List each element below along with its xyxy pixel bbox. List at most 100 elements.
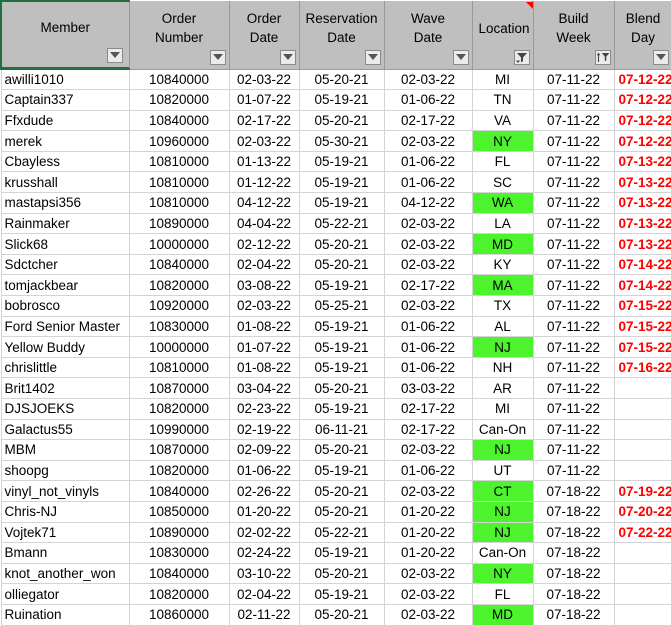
cell-build[interactable]: 07-11-22 bbox=[533, 460, 614, 481]
cell-loc[interactable]: NJ bbox=[472, 440, 533, 461]
cell-wavedt[interactable]: 01-06-22 bbox=[384, 337, 472, 358]
cell-resdt[interactable]: 05-19-21 bbox=[299, 172, 384, 193]
cell-ordernum[interactable]: 10860000 bbox=[129, 604, 229, 625]
cell-blend[interactable]: 07-12-22 bbox=[614, 90, 671, 111]
cell-wavedt[interactable]: 02-17-22 bbox=[384, 275, 472, 296]
cell-build[interactable]: 07-11-22 bbox=[533, 131, 614, 152]
cell-member[interactable]: awilli1010 bbox=[1, 69, 129, 90]
column-header-member[interactable]: Member bbox=[1, 1, 129, 69]
cell-blend[interactable]: 07-12-22 bbox=[614, 69, 671, 90]
cell-resdt[interactable]: 05-22-21 bbox=[299, 522, 384, 543]
cell-orderdt[interactable]: 03-04-22 bbox=[229, 378, 299, 399]
cell-loc[interactable]: MI bbox=[472, 399, 533, 420]
cell-orderdt[interactable]: 02-23-22 bbox=[229, 399, 299, 420]
table-row[interactable]: mastapsi3561081000004-12-2205-19-2104-12… bbox=[1, 193, 671, 214]
cell-wavedt[interactable]: 02-03-22 bbox=[384, 69, 472, 90]
table-row[interactable]: Ffxdude1084000002-17-2205-20-2102-17-22V… bbox=[1, 110, 671, 131]
cell-ordernum[interactable]: 10000000 bbox=[129, 337, 229, 358]
cell-wavedt[interactable]: 02-03-22 bbox=[384, 584, 472, 605]
cell-resdt[interactable]: 05-19-21 bbox=[299, 151, 384, 172]
column-header-orderdt[interactable]: Order Date bbox=[229, 1, 299, 69]
cell-loc[interactable]: NJ bbox=[472, 501, 533, 522]
cell-ordernum[interactable]: 10990000 bbox=[129, 419, 229, 440]
cell-build[interactable]: 07-18-22 bbox=[533, 563, 614, 584]
cell-ordernum[interactable]: 10840000 bbox=[129, 254, 229, 275]
cell-orderdt[interactable]: 01-07-22 bbox=[229, 90, 299, 111]
cell-build[interactable]: 07-18-22 bbox=[533, 584, 614, 605]
cell-member[interactable]: vinyl_not_vinyls bbox=[1, 481, 129, 502]
table-row[interactable]: Cbayless1081000001-13-2205-19-2101-06-22… bbox=[1, 151, 671, 172]
table-row[interactable]: Captain3371082000001-07-2205-19-2101-06-… bbox=[1, 90, 671, 111]
cell-loc[interactable]: UT bbox=[472, 460, 533, 481]
cell-wavedt[interactable]: 02-03-22 bbox=[384, 604, 472, 625]
cell-ordernum[interactable]: 10830000 bbox=[129, 543, 229, 564]
cell-member[interactable]: merek bbox=[1, 131, 129, 152]
cell-build[interactable]: 07-18-22 bbox=[533, 481, 614, 502]
cell-ordernum[interactable]: 10870000 bbox=[129, 440, 229, 461]
table-row[interactable]: krusshall1081000001-12-2205-19-2101-06-2… bbox=[1, 172, 671, 193]
cell-resdt[interactable]: 05-19-21 bbox=[299, 316, 384, 337]
cell-resdt[interactable]: 05-20-21 bbox=[299, 481, 384, 502]
cell-orderdt[interactable]: 01-06-22 bbox=[229, 460, 299, 481]
table-row[interactable]: Brit14021087000003-04-2205-20-2103-03-22… bbox=[1, 378, 671, 399]
cell-member[interactable]: Vojtek71 bbox=[1, 522, 129, 543]
cell-loc[interactable]: MA bbox=[472, 275, 533, 296]
cell-ordernum[interactable]: 10840000 bbox=[129, 481, 229, 502]
cell-wavedt[interactable]: 02-03-22 bbox=[384, 296, 472, 317]
table-row[interactable]: tomjackbear1082000003-08-2205-19-2102-17… bbox=[1, 275, 671, 296]
table-row[interactable]: knot_another_won1084000003-10-2205-20-21… bbox=[1, 563, 671, 584]
cell-wavedt[interactable]: 02-03-22 bbox=[384, 131, 472, 152]
cell-blend[interactable]: 07-20-22 bbox=[614, 501, 671, 522]
cell-ordernum[interactable]: 10840000 bbox=[129, 563, 229, 584]
cell-blend[interactable]: 07-13-22 bbox=[614, 193, 671, 214]
cell-blend[interactable] bbox=[614, 543, 671, 564]
cell-build[interactable]: 07-11-22 bbox=[533, 275, 614, 296]
cell-build[interactable]: 07-11-22 bbox=[533, 296, 614, 317]
cell-ordernum[interactable]: 10820000 bbox=[129, 460, 229, 481]
table-row[interactable]: Galactus551099000002-19-2206-11-2102-17-… bbox=[1, 419, 671, 440]
table-row[interactable]: Sdctcher1084000002-04-2205-20-2102-03-22… bbox=[1, 254, 671, 275]
cell-ordernum[interactable]: 10820000 bbox=[129, 399, 229, 420]
cell-orderdt[interactable]: 02-09-22 bbox=[229, 440, 299, 461]
table-row[interactable]: awilli10101084000002-03-2205-20-2102-03-… bbox=[1, 69, 671, 90]
cell-blend[interactable] bbox=[614, 399, 671, 420]
cell-loc[interactable]: FL bbox=[472, 584, 533, 605]
cell-blend[interactable] bbox=[614, 604, 671, 625]
cell-build[interactable]: 07-11-22 bbox=[533, 399, 614, 420]
filter-sort-ascending-icon[interactable] bbox=[595, 50, 611, 65]
table-row[interactable]: bobrosco1092000002-03-2205-25-2102-03-22… bbox=[1, 296, 671, 317]
cell-member[interactable]: Galactus55 bbox=[1, 419, 129, 440]
filter-dropdown-icon[interactable] bbox=[280, 50, 296, 65]
cell-member[interactable]: Cbayless bbox=[1, 151, 129, 172]
cell-ordernum[interactable]: 10840000 bbox=[129, 110, 229, 131]
cell-orderdt[interactable]: 01-07-22 bbox=[229, 337, 299, 358]
cell-loc[interactable]: NJ bbox=[472, 337, 533, 358]
cell-member[interactable]: Ford Senior Master bbox=[1, 316, 129, 337]
cell-wavedt[interactable]: 02-17-22 bbox=[384, 399, 472, 420]
cell-resdt[interactable]: 05-20-21 bbox=[299, 110, 384, 131]
table-row[interactable]: vinyl_not_vinyls1084000002-26-2205-20-21… bbox=[1, 481, 671, 502]
cell-loc[interactable]: TN bbox=[472, 90, 533, 111]
cell-loc[interactable]: AR bbox=[472, 378, 533, 399]
cell-resdt[interactable]: 05-20-21 bbox=[299, 234, 384, 255]
cell-member[interactable]: Chris-NJ bbox=[1, 501, 129, 522]
cell-resdt[interactable]: 05-19-21 bbox=[299, 399, 384, 420]
cell-build[interactable]: 07-11-22 bbox=[533, 337, 614, 358]
column-header-ordernum[interactable]: Order Number bbox=[129, 1, 229, 69]
table-row[interactable]: MBM1087000002-09-2205-20-2102-03-22NJ07-… bbox=[1, 440, 671, 461]
cell-orderdt[interactable]: 04-12-22 bbox=[229, 193, 299, 214]
cell-orderdt[interactable]: 02-19-22 bbox=[229, 419, 299, 440]
cell-blend[interactable]: 07-13-22 bbox=[614, 234, 671, 255]
cell-ordernum[interactable]: 10820000 bbox=[129, 90, 229, 111]
cell-resdt[interactable]: 05-20-21 bbox=[299, 604, 384, 625]
cell-wavedt[interactable]: 02-17-22 bbox=[384, 419, 472, 440]
cell-ordernum[interactable]: 10920000 bbox=[129, 296, 229, 317]
cell-wavedt[interactable]: 01-06-22 bbox=[384, 316, 472, 337]
cell-resdt[interactable]: 05-19-21 bbox=[299, 337, 384, 358]
cell-orderdt[interactable]: 02-03-22 bbox=[229, 131, 299, 152]
cell-wavedt[interactable]: 01-06-22 bbox=[384, 460, 472, 481]
cell-blend[interactable]: 07-15-22 bbox=[614, 337, 671, 358]
filter-dropdown-icon[interactable] bbox=[107, 48, 123, 63]
cell-wavedt[interactable]: 02-03-22 bbox=[384, 213, 472, 234]
cell-blend[interactable] bbox=[614, 563, 671, 584]
